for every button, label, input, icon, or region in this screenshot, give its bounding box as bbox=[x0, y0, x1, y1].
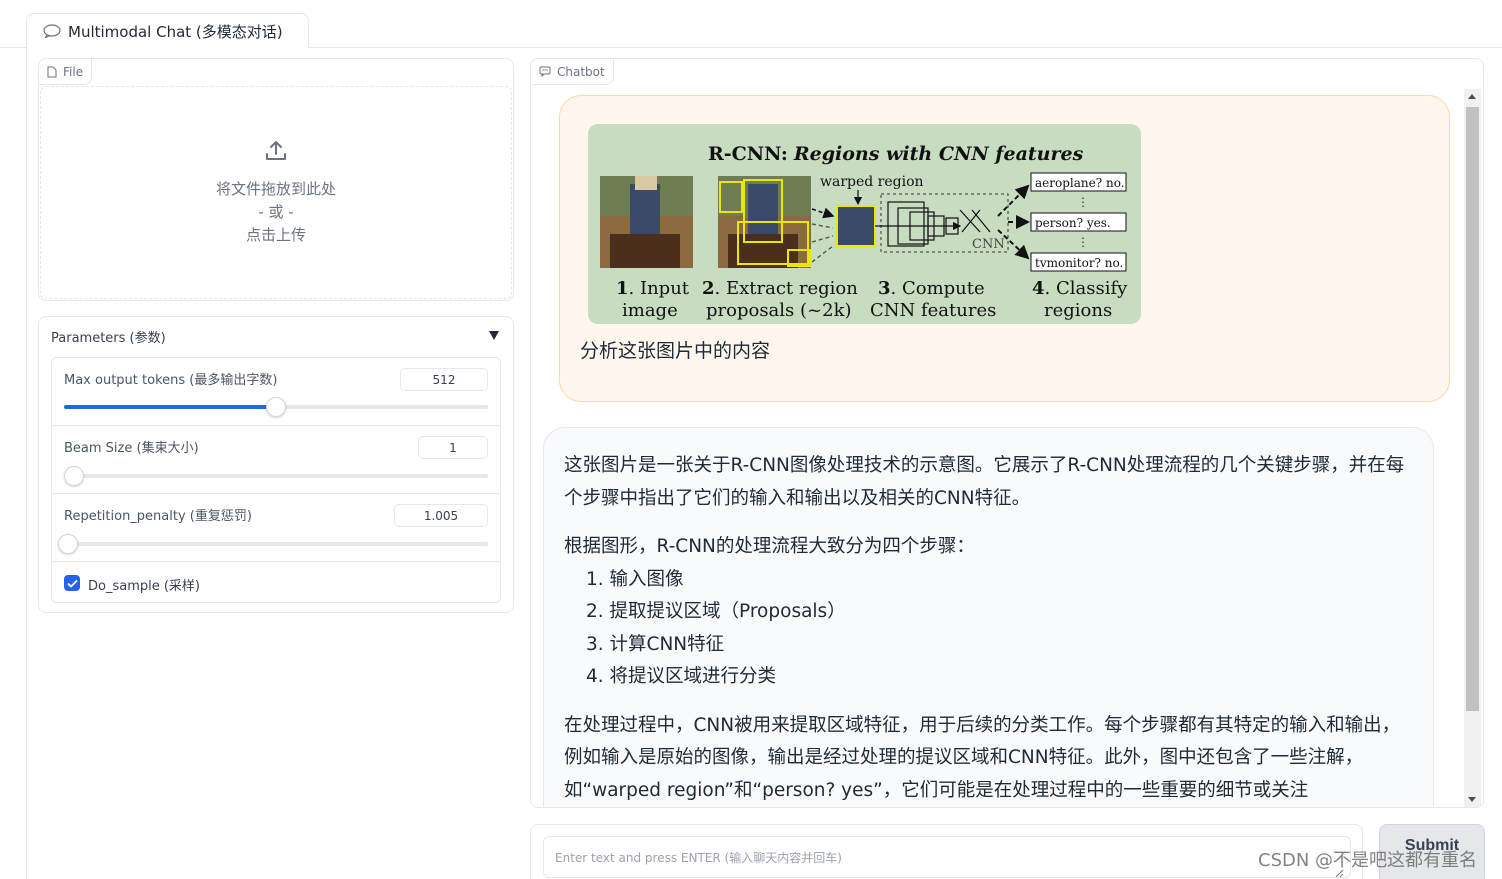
chat-messages[interactable]: R-CNN: Regions with CNN features warped … bbox=[531, 85, 1483, 807]
bot-paragraph: 根据图形，R-CNN的处理流程大致分为四个步骤： bbox=[564, 536, 975, 557]
max-tokens-slider[interactable] bbox=[64, 397, 488, 417]
repetition-penalty-slider[interactable] bbox=[58, 534, 488, 554]
message-input-panel bbox=[530, 824, 1363, 879]
collapse-arrow-icon[interactable] bbox=[489, 331, 499, 340]
file-label: File bbox=[39, 59, 93, 85]
upload-icon bbox=[264, 139, 288, 170]
list-item: 3. 计算CNN特征 bbox=[586, 633, 725, 655]
step-3-line2: CNN features bbox=[870, 300, 996, 321]
output-person: person? yes. bbox=[1035, 216, 1111, 230]
list-item: 1. 输入图像 bbox=[586, 568, 684, 590]
beam-size-slider-thumb[interactable] bbox=[64, 466, 84, 486]
chatbot-icon bbox=[539, 66, 551, 77]
chat-scrollbar[interactable] bbox=[1464, 89, 1481, 807]
chat-bubble-icon bbox=[43, 24, 61, 38]
panel-border bbox=[26, 47, 27, 879]
page: Multimodal Chat (多模态对话) File 将文件拖放到此处 - … bbox=[0, 0, 1502, 879]
tab-label: Multimodal Chat (多模态对话) bbox=[68, 22, 283, 41]
bot-paragraph: 这张图片是一张关于R-CNN图像处理技术的示意图。它展示了R-CNN处理流程的几… bbox=[564, 455, 1405, 509]
parameters-group: Max output tokens (最多输出字数) 512 Beam Size… bbox=[51, 357, 501, 603]
region-proposals-thumbnail bbox=[718, 176, 811, 268]
repetition-penalty-label: Repetition_penalty (重复惩罚) bbox=[64, 509, 252, 524]
repetition-penalty-input[interactable]: 1.005 bbox=[394, 504, 488, 527]
beam-size-slider[interactable] bbox=[64, 466, 488, 486]
svg-text:⋮: ⋮ bbox=[1077, 235, 1089, 249]
tab-divider bbox=[309, 47, 1502, 48]
user-message-text: 分析这张图片中的内容 bbox=[580, 340, 771, 362]
rcnn-diagram-image: R-CNN: Regions with CNN features warped … bbox=[588, 124, 1141, 324]
scroll-down-arrow-icon[interactable] bbox=[1468, 797, 1476, 802]
step-3-line1: 3. Compute bbox=[878, 278, 985, 299]
svg-text:⋮: ⋮ bbox=[1077, 195, 1089, 209]
do-sample-row: Do_sample (采样) bbox=[52, 562, 500, 602]
or-text: - 或 - bbox=[258, 202, 294, 221]
repetition-penalty-row: Repetition_penalty (重复惩罚) 1.005 bbox=[52, 494, 500, 562]
checkmark-icon bbox=[66, 579, 78, 588]
step-1-line1: 1. Input bbox=[616, 278, 690, 299]
cnn-label: CNN bbox=[972, 237, 1005, 252]
output-aeroplane: aeroplane? no. bbox=[1035, 176, 1125, 190]
bot-paragraph: 在处理过程中，CNN被用来提取区域特征，用于后续的分类工作。每个步骤都有其特定的… bbox=[564, 714, 1401, 801]
max-tokens-label: Max output tokens (最多输出字数) bbox=[64, 373, 278, 388]
do-sample-label: Do_sample (采样) bbox=[88, 579, 201, 594]
user-message: R-CNN: Regions with CNN features warped … bbox=[559, 95, 1450, 402]
tab-multimodal-chat[interactable]: Multimodal Chat (多模态对话) bbox=[26, 13, 309, 48]
max-tokens-row: Max output tokens (最多输出字数) 512 bbox=[52, 358, 500, 426]
chatbot-label: Chatbot bbox=[531, 59, 614, 85]
max-tokens-slider-thumb[interactable] bbox=[266, 397, 286, 417]
step-1-line2: image bbox=[622, 300, 678, 321]
step-2-line1: 2. Extract region bbox=[702, 278, 858, 299]
scrollbar-thumb[interactable] bbox=[1466, 107, 1479, 711]
list-item: 2. 提取提议区域（Proposals） bbox=[586, 601, 846, 622]
file-icon bbox=[47, 66, 57, 78]
step-4-line2: regions bbox=[1044, 300, 1112, 321]
chatbot-panel: Chatbot R-CNN:Regions with CNN features bbox=[530, 58, 1484, 808]
beam-size-label: Beam Size (集束大小) bbox=[64, 441, 199, 456]
max-tokens-input[interactable]: 512 bbox=[400, 368, 488, 391]
parameters-accordion: Parameters (参数) Max output tokens (最多输出字… bbox=[38, 316, 514, 613]
file-dropzone[interactable]: 将文件拖放到此处 - 或 - 点击上传 bbox=[40, 86, 512, 299]
click-upload-text: 点击上传 bbox=[245, 225, 306, 244]
step-4-line1: 4. Classify bbox=[1032, 278, 1128, 299]
list-item: 4. 将提议区域进行分类 bbox=[586, 666, 777, 687]
file-label-text: File bbox=[63, 64, 84, 79]
step-2-line2: proposals (~2k) bbox=[706, 300, 852, 321]
bot-message: 这张图片是一张关于R-CNN图像处理技术的示意图。它展示了R-CNN处理流程的几… bbox=[543, 427, 1434, 807]
beam-size-row: Beam Size (集束大小) 1 bbox=[52, 426, 500, 494]
drop-text: 将文件拖放到此处 bbox=[215, 179, 336, 198]
message-input[interactable] bbox=[543, 836, 1351, 878]
chatbot-label-text: Chatbot bbox=[557, 64, 605, 79]
max-tokens-slider-fill bbox=[64, 405, 276, 409]
beam-size-input[interactable]: 1 bbox=[418, 436, 488, 459]
warped-region-label: warped region bbox=[820, 174, 924, 190]
diagram-title: R-CNN: Regions with CNN features bbox=[708, 143, 1084, 165]
scroll-up-arrow-icon[interactable] bbox=[1468, 94, 1476, 99]
tab-divider bbox=[0, 47, 26, 48]
watermark: CSDN @不是吧这都有重名 bbox=[1258, 850, 1478, 871]
file-upload: File 将文件拖放到此处 - 或 - 点击上传 bbox=[38, 58, 514, 301]
do-sample-checkbox[interactable] bbox=[64, 575, 80, 591]
bot-steps-list: 1. 输入图像 2. 提取提议区域（Proposals） 3. 计算CNN特征 … bbox=[564, 564, 1413, 694]
output-tvmonitor: tvmonitor? no. bbox=[1035, 256, 1123, 270]
parameters-title[interactable]: Parameters (参数) bbox=[51, 327, 166, 346]
repetition-penalty-slider-thumb[interactable] bbox=[58, 534, 79, 554]
input-image-thumbnail bbox=[600, 176, 693, 268]
